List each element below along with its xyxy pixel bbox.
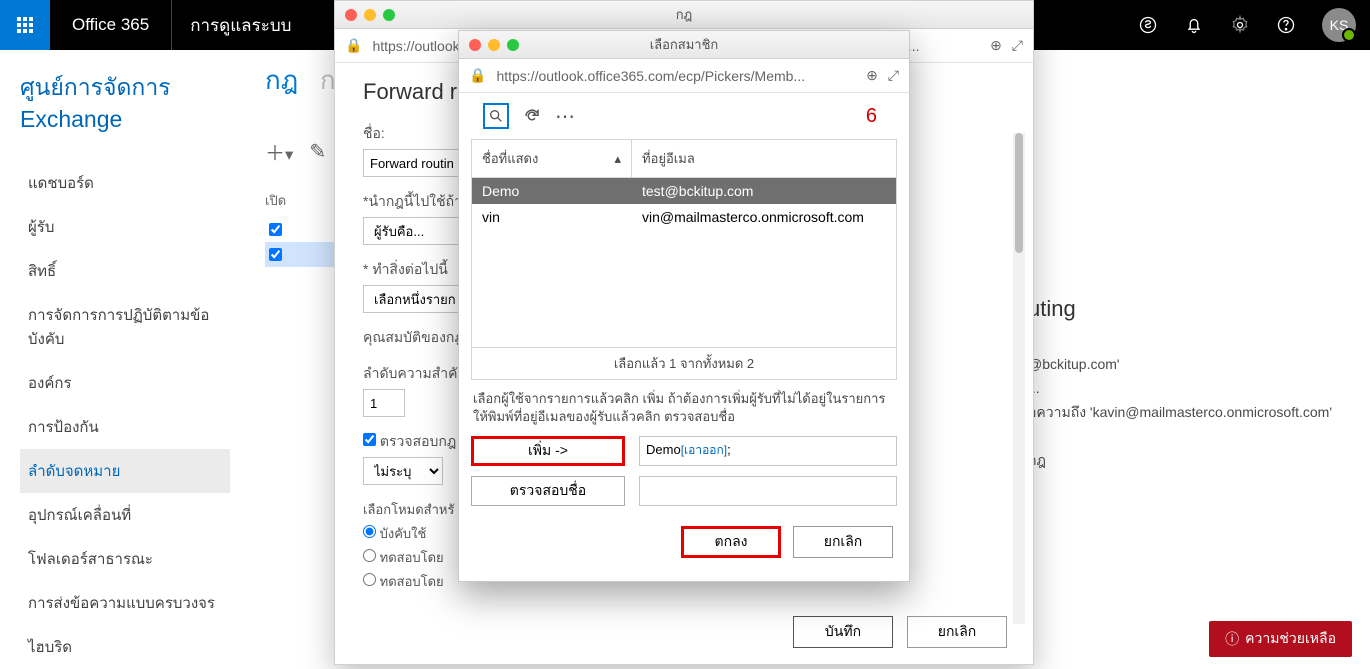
url-text: https://outlook.office365.com/ecp/Picker… — [496, 68, 856, 84]
brand-label: Office 365 — [50, 0, 172, 50]
col-email[interactable]: ที่อยู่อีเมล — [632, 140, 896, 177]
ok-button[interactable]: ตกลง — [681, 526, 781, 558]
translate-icon[interactable]: ⊕ — [866, 67, 878, 84]
lock-icon: 🔒 — [345, 37, 362, 54]
check-names-button[interactable]: ตรวจสอบชื่อ — [471, 476, 625, 506]
translate-icon[interactable]: ⊕ — [990, 37, 1002, 54]
app-launcher[interactable] — [0, 0, 50, 50]
sort-asc-icon: ▴ — [614, 151, 621, 167]
modal-scrollbar[interactable] — [1013, 133, 1025, 624]
window-title: กฎ — [335, 4, 1033, 25]
member-row[interactable]: Demo test@bckitup.com — [472, 178, 896, 204]
refresh-icon[interactable] — [523, 107, 541, 125]
reader-icon[interactable]: ⤢ — [1012, 37, 1023, 54]
member-list: Demo test@bckitup.com vin vin@mailmaster… — [471, 178, 897, 348]
member-table-header: ชื่อที่แสดง▴ ที่อยู่อีเมล — [471, 139, 897, 178]
more-icon[interactable]: ⋯ — [555, 104, 575, 129]
avatar[interactable]: KS — [1322, 8, 1356, 42]
mode-test1-radio[interactable] — [363, 549, 376, 562]
detail-title: uting — [1028, 290, 1348, 327]
col-display-name[interactable]: ชื่อที่แสดง▴ — [472, 140, 632, 177]
radio-label: บังคับใช้ — [380, 526, 427, 541]
nav-protection[interactable]: การป้องกัน — [20, 405, 230, 449]
window-titlebar: เลือกสมาชิก — [459, 31, 909, 59]
search-button[interactable] — [483, 103, 509, 129]
mode-test2-radio[interactable] — [363, 573, 376, 586]
remove-member-link[interactable]: [เอาออก] — [681, 443, 727, 457]
picker-help-text: เลือกผู้ใช้จากรายการแล้วคลิก เพิ่ม ถ้าต้… — [471, 380, 897, 436]
settings-icon[interactable] — [1230, 15, 1250, 35]
member-name: vin — [482, 209, 642, 225]
nav-permissions[interactable]: สิทธิ์ — [20, 249, 230, 293]
added-members-field[interactable]: Demo[เอาออก]; — [639, 436, 897, 466]
add-member-button[interactable]: เพิ่ม -> — [471, 436, 625, 466]
detail-line: ... — [1028, 377, 1348, 401]
notifications-icon[interactable] — [1184, 15, 1204, 35]
nav-mailflow[interactable]: ลำดับจดหมาย — [20, 449, 230, 493]
member-name: Demo — [482, 183, 642, 199]
help-icon[interactable] — [1276, 15, 1296, 35]
cancel-button[interactable]: ยกเลิก — [793, 526, 893, 558]
member-picker-modal: เลือกสมาชิก 🔒 https://outlook.office365.… — [458, 30, 910, 582]
nav-unified[interactable]: การส่งข้อความแบบครบวงจร — [20, 581, 230, 625]
detail-line: กฎ — [1028, 449, 1348, 473]
save-button[interactable]: บันทึก — [793, 616, 893, 648]
help-button[interactable]: ⓘ ความช่วยเหลือ — [1209, 621, 1352, 657]
member-row[interactable]: vin vin@mailmasterco.onmicrosoft.com — [472, 204, 896, 230]
skype-icon[interactable] — [1138, 15, 1158, 35]
detail-line: อความถึง 'kavin@mailmasterco.onmicrosoft… — [1028, 401, 1348, 425]
reader-icon[interactable]: ⤢ — [888, 67, 899, 84]
nav-organization[interactable]: องค์กร — [20, 361, 230, 405]
selection-count: เลือกแล้ว 1 จากทั้งหมด 2 — [471, 348, 897, 380]
nav-recipients[interactable]: ผู้รับ — [20, 205, 230, 249]
help-question-icon: ⓘ — [1225, 629, 1239, 649]
rule-detail-pane: uting @bckitup.com' ... อความถึง 'kavin@… — [1028, 290, 1348, 472]
member-email: test@bckitup.com — [642, 183, 886, 199]
priority-input[interactable] — [363, 389, 405, 417]
nav-publicfolders[interactable]: โฟลเดอร์สาธารณะ — [20, 537, 230, 581]
audit-checkbox[interactable] — [363, 433, 376, 446]
page-title: ศูนย์การจัดการ Exchange — [20, 70, 230, 133]
nav-mobile[interactable]: อุปกรณ์เคลื่อนที่ — [20, 493, 230, 537]
detail-line: @bckitup.com' — [1028, 353, 1348, 377]
help-label: ความช่วยเหลือ — [1245, 628, 1336, 650]
nav-dashboard[interactable]: แดชบอร์ด — [20, 161, 230, 205]
severity-select[interactable]: ไม่ระบุ — [363, 457, 443, 485]
sidebar-nav: แดชบอร์ด ผู้รับ สิทธิ์ การจัดการการปฏิบั… — [20, 161, 230, 669]
window-title: เลือกสมาชิก — [459, 34, 909, 55]
added-member-name: Demo — [646, 442, 681, 457]
label-audit: ตรวจสอบกฎ — [380, 433, 456, 449]
radio-label: ทดสอบโดย — [380, 550, 444, 565]
edit-rule-button[interactable]: ✎ — [309, 139, 326, 164]
nav-hybrid[interactable]: ไฮบริด — [20, 625, 230, 669]
window-titlebar: กฎ — [335, 1, 1033, 29]
mode-enforce-radio[interactable] — [363, 525, 376, 538]
radio-label: ทดสอบโดย — [380, 574, 444, 589]
rule-enabled-checkbox[interactable] — [269, 248, 282, 261]
cancel-button[interactable]: ยกเลิก — [907, 616, 1007, 648]
add-rule-button[interactable]: ＋▾ — [265, 137, 293, 166]
lock-icon: 🔒 — [469, 67, 486, 84]
address-bar: 🔒 https://outlook.office365.com/ecp/Pick… — [459, 59, 909, 93]
rule-enabled-checkbox[interactable] — [269, 223, 282, 236]
member-email: vin@mailmasterco.onmicrosoft.com — [642, 209, 886, 225]
tab-rules[interactable]: กฎ — [265, 65, 298, 95]
left-column: ศูนย์การจัดการ Exchange แดชบอร์ด ผู้รับ … — [0, 50, 230, 669]
nav-compliance[interactable]: การจัดการการปฏิบัติตามข้อบังคับ — [20, 293, 230, 361]
admin-label: การดูแลระบบ — [172, 12, 309, 39]
step-number: 6 — [866, 105, 885, 128]
check-names-field[interactable] — [639, 476, 897, 506]
